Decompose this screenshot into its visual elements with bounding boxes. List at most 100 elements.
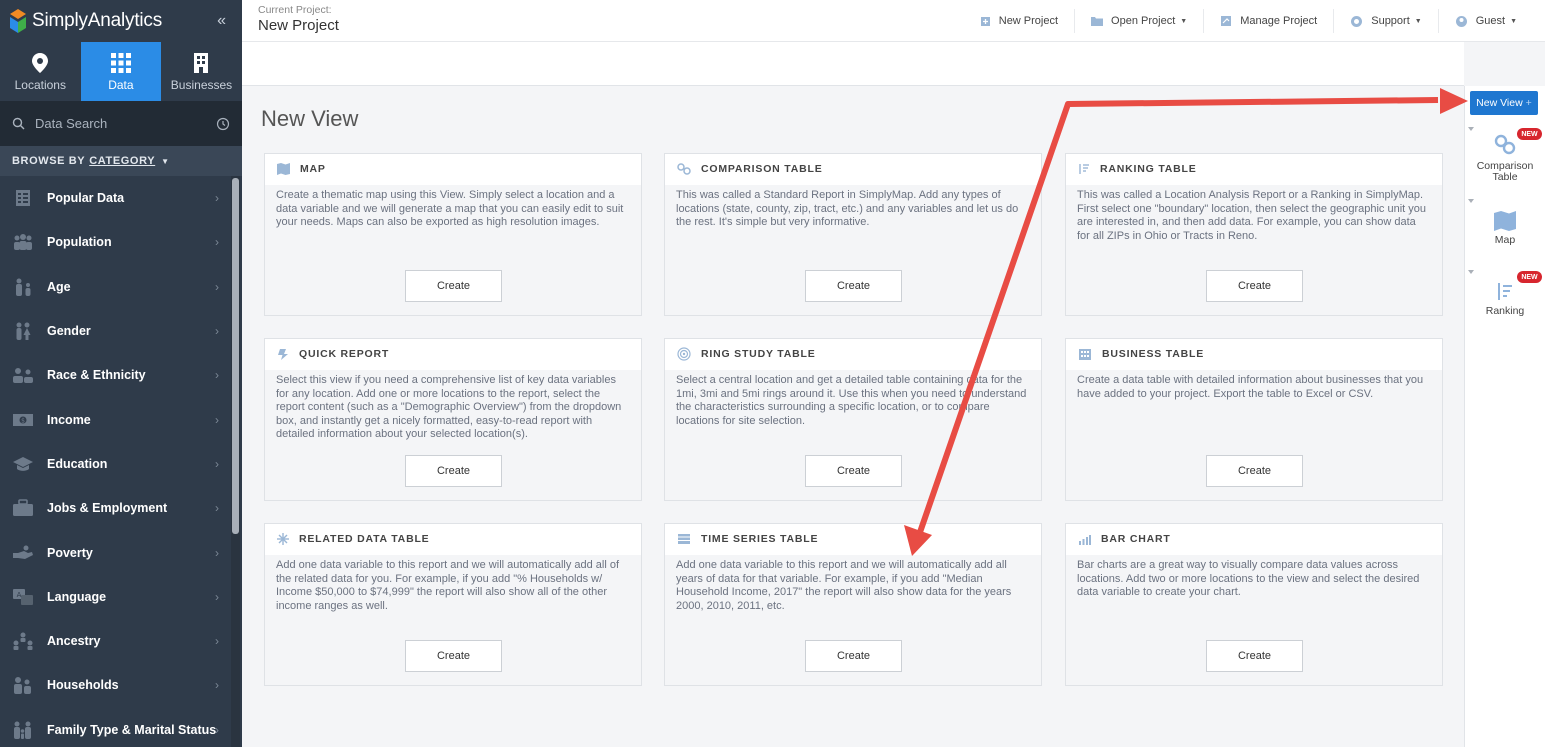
category-label: Education	[47, 456, 108, 471]
households-icon	[12, 675, 34, 695]
create-business-table-button[interactable]: Create	[1206, 455, 1303, 487]
view-card-ring-study-table: RING STUDY TABLE Select a central locati…	[664, 338, 1042, 501]
view-tab-ranking[interactable]: Ranking	[1465, 282, 1545, 317]
category-population[interactable]: Population ›	[0, 220, 229, 264]
view-card-related-data-table: RELATED DATA TABLE Add one data variable…	[264, 523, 642, 686]
create-map-button[interactable]: Create	[405, 270, 502, 302]
view-card-comparison-table: COMPARISON TABLE This was called a Stand…	[664, 153, 1042, 316]
category-households[interactable]: Households ›	[0, 663, 229, 707]
category-race-ethnicity[interactable]: Race & Ethnicity ›	[0, 353, 229, 397]
current-project-label: Current Project:	[258, 4, 332, 16]
building-icon	[194, 52, 209, 73]
open-project-button[interactable]: Open Project ▼	[1074, 9, 1203, 33]
card-text: Create a thematic map using this View. S…	[276, 189, 624, 228]
category-language[interactable]: A Language ›	[0, 575, 229, 619]
card-text: Select this view if you need a comprehen…	[276, 374, 622, 440]
expand-arrow-icon[interactable]	[1468, 270, 1474, 274]
view-card-ranking-table: RANKING TABLE This was called a Location…	[1065, 153, 1443, 316]
category-income[interactable]: $ Income ›	[0, 397, 229, 441]
card-header: RING STUDY TABLE	[665, 339, 1041, 369]
app-logo[interactable]: SimplyAnalytics	[0, 0, 242, 42]
expand-arrow-icon[interactable]	[1468, 127, 1474, 131]
ranking-icon	[1498, 283, 1512, 300]
card-text: Create a data table with detailed inform…	[1077, 374, 1424, 400]
card-header: RANKING TABLE	[1066, 154, 1442, 184]
collapse-sidebar-icon[interactable]: «	[217, 12, 226, 30]
category-label: Jobs & Employment	[47, 501, 168, 516]
view-card-bar-chart: BAR CHART Bar charts are a great way to …	[1065, 523, 1443, 686]
tab-data[interactable]: Data	[80, 42, 162, 101]
view-tab-label: Map	[1494, 234, 1516, 246]
gender-icon	[12, 321, 34, 341]
create-time-series-table-button[interactable]: Create	[805, 640, 902, 672]
related-data-icon	[277, 533, 289, 545]
app-name: SimplyAnalytics	[32, 10, 163, 31]
top-bar: Current Project: New Project New Project…	[242, 0, 1545, 42]
card-header: MAP	[265, 154, 641, 184]
create-ranking-table-button[interactable]: Create	[1206, 270, 1303, 302]
chevron-right-icon: ›	[215, 722, 219, 737]
chevron-right-icon: ›	[215, 412, 219, 427]
create-quick-report-button[interactable]: Create	[405, 455, 502, 487]
ranking-icon	[1079, 164, 1089, 174]
category-age[interactable]: Age ›	[0, 265, 229, 309]
create-bar-chart-button[interactable]: Create	[1206, 640, 1303, 672]
new-project-button[interactable]: New Project	[964, 9, 1074, 33]
scrollbar-thumb[interactable]	[232, 178, 239, 534]
category-label: Age	[47, 279, 71, 294]
new-view-button[interactable]: New View +	[1470, 91, 1538, 115]
ancestry-icon	[12, 631, 34, 651]
category-education[interactable]: Education ›	[0, 442, 229, 486]
data-search-input[interactable]: Data Search	[0, 101, 242, 146]
view-tab-map[interactable]: Map	[1465, 211, 1545, 246]
browse-by-dropdown[interactable]: BROWSE BY CATEGORY ▼	[0, 146, 242, 176]
svg-text:A: A	[17, 591, 22, 599]
category-label: Population	[47, 235, 112, 250]
card-title: RING STUDY TABLE	[701, 348, 816, 360]
open-project-label: Open Project	[1111, 15, 1176, 27]
create-ring-study-table-button[interactable]: Create	[805, 455, 902, 487]
category-jobs-employment[interactable]: Jobs & Employment ›	[0, 486, 229, 530]
chevron-right-icon: ›	[215, 235, 219, 250]
history-icon[interactable]	[216, 117, 230, 131]
view-tab-comparison-table[interactable]: Comparison Table	[1465, 133, 1545, 183]
category-gender[interactable]: Gender ›	[0, 309, 229, 353]
tab-label: Locations	[14, 77, 66, 92]
card-header: BAR CHART	[1066, 524, 1442, 554]
folder-icon	[1091, 17, 1104, 26]
hand-icon	[12, 543, 34, 563]
card-title: COMPARISON TABLE	[701, 163, 823, 175]
sidebar-tabs: Locations Data Businesses	[0, 42, 242, 101]
tab-businesses[interactable]: Businesses	[161, 42, 242, 101]
population-icon	[12, 232, 34, 252]
category-poverty[interactable]: Poverty ›	[0, 530, 229, 574]
category-popular-data[interactable]: Popular Data ›	[0, 176, 229, 220]
plus-icon: +	[1525, 97, 1532, 109]
map-icon	[277, 163, 290, 175]
category-ancestry[interactable]: Ancestry ›	[0, 619, 229, 663]
logo-icon	[10, 9, 26, 33]
grid-icon	[110, 52, 131, 73]
category-family-type-marital-status[interactable]: Family Type & Marital Status ›	[0, 708, 229, 747]
create-comparison-table-button[interactable]: Create	[805, 270, 902, 302]
ring-study-icon	[677, 347, 691, 361]
sidebar-scrollbar[interactable]	[231, 176, 240, 747]
support-menu[interactable]: Support ▼	[1333, 9, 1437, 33]
map-icon	[1494, 211, 1516, 231]
family-icon	[12, 720, 34, 740]
card-header: TIME SERIES TABLE	[665, 524, 1041, 554]
card-text: Select a central location and get a deta…	[676, 374, 1027, 427]
card-text: This was called a Standard Report in Sim…	[676, 189, 1019, 228]
caret-down-icon: ▼	[1414, 17, 1422, 25]
category-label: Race & Ethnicity	[47, 368, 146, 383]
create-related-data-table-button[interactable]: Create	[405, 640, 502, 672]
chevron-right-icon: ›	[215, 368, 219, 383]
expand-arrow-icon[interactable]	[1468, 199, 1474, 203]
manage-project-button[interactable]: Manage Project	[1203, 9, 1333, 33]
popular-data-icon	[12, 188, 34, 208]
guest-menu[interactable]: Guest ▼	[1437, 9, 1533, 33]
view-card-time-series-table: TIME SERIES TABLE Add one data variable …	[664, 523, 1042, 686]
card-text: Add one data variable to this report and…	[676, 559, 1012, 612]
tab-locations[interactable]: Locations	[0, 42, 81, 101]
guest-label: Guest	[1475, 15, 1506, 27]
